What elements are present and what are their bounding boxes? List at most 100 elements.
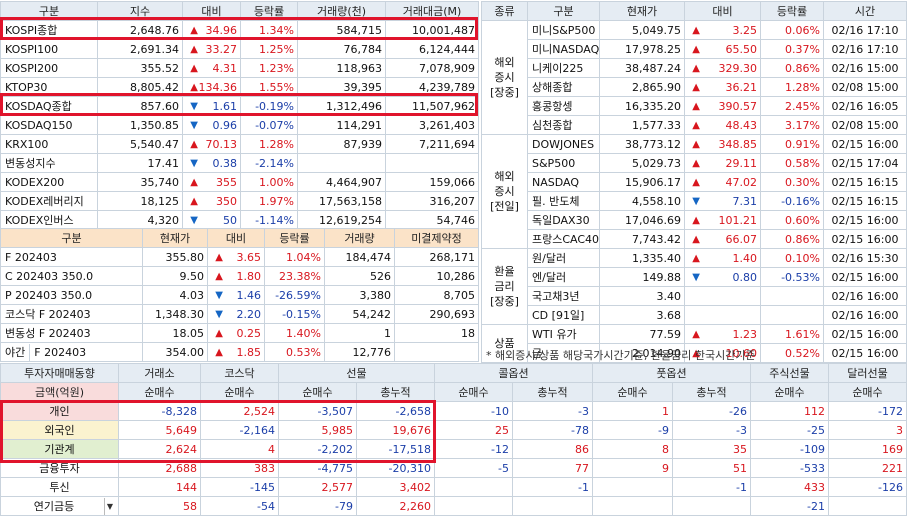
rate-cell: 1.00% [240,172,298,192]
investor-row[interactable]: 개인 -8,328 2,524 -3,507 -2,658 -10 -3 1 -26 112 -17… [0,401,907,421]
price-cell: 3.40 [599,286,685,306]
overseas-row[interactable]: 상해종합 2,865.90 ▲ 36.21 1.28% 02/08 15:00 [482,77,907,97]
down-arrow-icon: ▼ [190,119,198,131]
investor-value: -17,518 [356,439,435,459]
investor-value: -126 [828,477,907,497]
down-arrow-icon: ▼ [215,289,223,301]
overseas-row[interactable]: 홍콩항셍 16,335.20 ▲ 390.57 2.45% 02/16 16:05 [482,96,907,116]
change-cell: ▲ 66.07 [684,229,761,249]
futures-row[interactable]: F 202403 355.80 ▲ 3.65 1.04% 184,474 268,171 [0,247,479,267]
investor-value: -20,310 [356,458,435,478]
overseas-row[interactable]: 엔/달러 149.88 ▼ 0.80 -0.53% 02/15 16:00 [482,267,907,287]
investor-value: 25 [434,420,513,440]
investor-row[interactable]: 기관계 2,624 4 -2,202 -17,518 -12 86 8 35 -109 169 [0,439,907,459]
change-value: 1.85 [236,345,262,359]
amount-cell: 159,066 [385,172,479,192]
overseas-row[interactable]: S&P500 5,029.73 ▲ 29.11 0.58% 02/15 17:04 [482,153,907,173]
investor-name: 개인 [0,401,119,421]
investor-name-text: 금융투자 [39,461,80,475]
change-cell: ▲ 3.25 [684,20,761,40]
change-cell: ▲ 65.50 [684,39,761,59]
overseas-row[interactable]: 상품 WTI 유가 77.59 ▲ 1.23 1.61% 02/15 16:00 [481,324,907,363]
investor-row[interactable]: 외국인 5,649 -2,164 5,985 19,676 25 -78 -9 -3 -25 3 [0,420,907,440]
up-arrow-icon: ▲ [215,251,223,263]
futures-name: P 202403 350.0 [0,285,143,305]
time-cell: 02/16 15:30 [823,248,907,268]
investor-value: 5,649 [118,420,201,440]
investor-row[interactable]: 투신 144 -145 2,577 3,402 -1 -1 433 -126 [0,477,907,497]
change-cell: ▲ 390.57 [684,96,761,116]
market-name: 홍콩항셍 [527,96,600,116]
volume-cell: 1 [324,323,395,343]
overseas-row[interactable]: CD [91일] 3.68 02/16 16:00 [482,305,907,325]
volume-cell: 12,776 [324,342,395,362]
futures-name: C 202403 350.0 [0,266,143,286]
rate-cell: 1.28% [240,134,298,154]
investor-value: -9 [592,420,673,440]
change-value: 2.20 [236,307,262,321]
investor-value [512,496,593,516]
up-arrow-icon: ▲ [692,43,700,55]
index-row[interactable]: KOSPI200 355.52 ▲ 4.31 1.23% 118,963 7,078,909 [0,58,479,78]
volume-cell: 54,242 [324,304,395,324]
change-cell: ▲ 29.11 [684,153,761,173]
index-row[interactable]: KTOP30 8,805.42 ▲ 134.36 1.55% 39,395 4,239,78… [0,77,479,97]
overseas-row[interactable]: 독일DAX30 17,046.69 ▲ 101.21 0.60% 02/15 16:00 [482,210,907,230]
up-arrow-icon: ▲ [692,119,700,131]
overseas-row[interactable]: 니케이225 38,487.24 ▲ 329.30 0.86% 02/16 15:00 [482,58,907,78]
futures-row[interactable]: P 202403 350.0 4.03 ▼ 1.46 -26.59% 3,380 8,705 [0,285,479,305]
investor-value: -8,328 [118,401,201,421]
index-row[interactable]: KOSDAQ150 1,350.85 ▼ 0.96 -0.07% 114,291 3,261… [0,115,479,135]
index-row[interactable]: 변동성지수 17.41 ▼ 0.38 -2.14% [0,153,479,173]
overseas-row[interactable]: 프랑스CAC40 7,743.42 ▲ 66.07 0.86% 02/15 16:00 [482,229,907,249]
index-name: KODEX레버리지 [0,191,98,211]
change-cell: ▲ 1.85 [207,342,265,362]
overseas-row[interactable]: 심천종합 1,577.33 ▲ 48.43 3.17% 02/08 15:00 [482,115,907,135]
change-value: 1.61 [212,99,238,113]
index-row[interactable]: KODEX레버리지 18,125 ▲ 350 1.97% 17,563,158 316,20… [0,191,479,211]
overseas-row[interactable]: NASDAQ 15,906.17 ▲ 47.02 0.30% 02/15 16:15 [482,172,907,192]
overseas-row[interactable]: 필. 반도체 4,558.10 ▼ 7.31 -0.16% 02/15 16:15 [482,191,907,211]
futures-row[interactable]: 코스닥 F 202403 1,348.30 ▼ 2.20 -0.15% 54,242 290… [0,304,479,324]
futures-row[interactable]: C 202403 350.0 9.50 ▲ 1.80 23.38% 526 10,286 [0,266,479,286]
index-row[interactable]: KOSPI100 2,691.34 ▲ 33.27 1.25% 76,784 6,124,4… [0,39,479,59]
rate-cell: 3.17% [760,115,824,135]
futures-row[interactable]: 변동성 F 202403 18.05 ▲ 0.25 1.40% 1 18 [0,323,479,343]
overseas-row[interactable]: 해외 증시 [장중] 미니S&P500 5,049.75 ▲ 3.25 0.06% 02/1… [481,20,907,135]
index-name: 변동성지수 [0,153,98,173]
time-cell: 02/16 17:10 [823,39,907,59]
change-cell: ▼ 7.31 [684,191,761,211]
night-label: 야간 [5,343,31,361]
index-row[interactable]: KODEX200 35,740 ▲ 355 1.00% 4,464,907 159,066 [0,172,479,192]
investor-value: 433 [750,477,829,497]
volume-cell: 4,464,907 [297,172,386,192]
dropdown-arrow-icon[interactable]: ▼ [104,497,115,515]
index-value: 2,648.76 [97,20,183,40]
col-header: 구분 [0,228,143,248]
index-row[interactable]: KOSPI종합 2,648.76 ▲ 34.96 1.34% 584,715 10,001,… [0,20,479,40]
index-value: 355.52 [97,58,183,78]
overseas-row[interactable]: 미니NASDAQ 17,978.25 ▲ 65.50 0.37% 02/16 17:10 [482,39,907,59]
investor-value: 2,688 [118,458,201,478]
rate-cell: 1.34% [240,20,298,40]
amount-cell: 7,211,694 [385,134,479,154]
overseas-row[interactable]: 해외 증시 [전일] DOWJONES 38,773.12 ▲ 348.85 0.91% 0… [481,134,907,249]
market-name: 독일DAX30 [527,210,600,230]
index-row[interactable]: KRX100 5,540.47 ▲ 70.13 1.28% 87,939 7,211,694 [0,134,479,154]
investor-title: 투자자매매동향 [0,363,119,383]
rate-cell: 0.53% [264,342,325,362]
investor-row[interactable]: 연기금등 ▼ 58 -54 -79 2,260 -21 [0,496,907,516]
overseas-row[interactable]: 국고채3년 3.40 02/16 16:00 [482,286,907,306]
index-value: 1,350.85 [97,115,183,135]
futures-name: 야간 F 202403 [0,342,143,362]
index-row[interactable]: KODEX인버스 4,320 ▼ 50 -1.14% 12,619,254 54,746 [0,210,479,230]
investor-row[interactable]: 금융투자 2,688 383 -4,775 -20,310 -5 77 9 51 -533 221 [0,458,907,478]
futures-row[interactable]: 야간 F 202403 354.00 ▲ 1.85 0.53% 12,776 [0,342,479,362]
up-arrow-icon: ▲ [692,214,700,226]
change-cell: ▼ 0.38 [182,153,241,173]
rate-cell: 0.60% [760,210,824,230]
col-header: 거래소 [118,363,201,383]
index-row[interactable]: KOSDAQ종합 857.60 ▼ 1.61 -0.19% 1,312,496 11,507… [0,96,479,116]
price-cell: 38,773.12 [599,134,685,154]
overseas-row[interactable]: 환율 금리 [장중] 원/달러 1,335.40 ▲ 1.40 0.10% 02/16 15… [481,248,907,325]
